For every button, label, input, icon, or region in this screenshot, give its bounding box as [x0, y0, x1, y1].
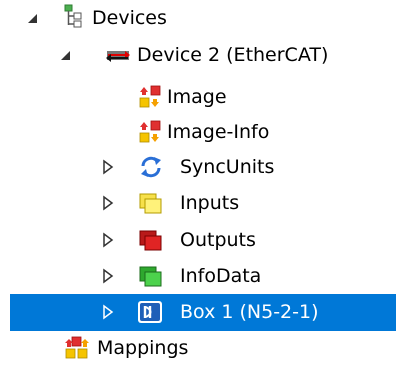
tree-item-label: Box 1 (N5-2-1): [180, 301, 319, 323]
tree-item-inputs[interactable]: Inputs: [0, 185, 412, 222]
collapsed-triangle-icon[interactable]: [101, 159, 115, 175]
tree-item-label: Image: [167, 86, 227, 108]
tree-item-mappings[interactable]: Mappings: [0, 333, 412, 370]
solution-tree: Devices Device 2 (EtherCAT) Image Image-…: [0, 0, 412, 365]
inputs-yellow-icon: [139, 193, 162, 214]
tree-item-label: Image-Info: [167, 121, 270, 143]
expanded-triangle-icon[interactable]: [26, 10, 40, 26]
tree-item-label: Devices: [92, 7, 167, 29]
tree-item-label: Mappings: [97, 337, 189, 359]
tree-item-outputs[interactable]: Outputs: [0, 222, 412, 259]
tree-item-device-2[interactable]: Device 2 (EtherCAT): [0, 37, 412, 74]
tree-item-label: Device 2 (EtherCAT): [137, 44, 329, 66]
collapsed-triangle-icon[interactable]: [101, 268, 115, 284]
tree-item-label: SyncUnits: [180, 156, 275, 178]
tree-item-devices[interactable]: Devices: [0, 0, 412, 37]
tree-item-label: InfoData: [180, 265, 262, 287]
collapsed-triangle-icon[interactable]: [101, 304, 115, 320]
box-module-icon: [138, 301, 162, 323]
outputs-red-icon: [139, 230, 162, 251]
collapsed-triangle-icon[interactable]: [101, 195, 115, 211]
process-image-icon: [139, 85, 161, 108]
process-image-icon: [139, 120, 161, 143]
infodata-green-icon: [139, 266, 162, 287]
ethercat-device-icon: [106, 51, 130, 62]
tree-item-label: Outputs: [180, 229, 256, 251]
tree-item-image[interactable]: Image: [0, 79, 412, 116]
expanded-triangle-icon[interactable]: [59, 47, 73, 63]
mappings-icon: [65, 336, 89, 359]
devices-tree-icon: [64, 4, 82, 28]
tree-item-box-1[interactable]: Box 1 (N5-2-1): [10, 294, 396, 331]
tree-item-infodata[interactable]: InfoData: [0, 258, 412, 295]
tree-item-syncunits[interactable]: SyncUnits: [0, 149, 412, 186]
collapsed-triangle-icon[interactable]: [101, 232, 115, 248]
tree-item-image-info[interactable]: Image-Info: [0, 114, 412, 151]
sync-arrows-icon: [141, 156, 161, 178]
tree-item-label: Inputs: [180, 192, 240, 214]
